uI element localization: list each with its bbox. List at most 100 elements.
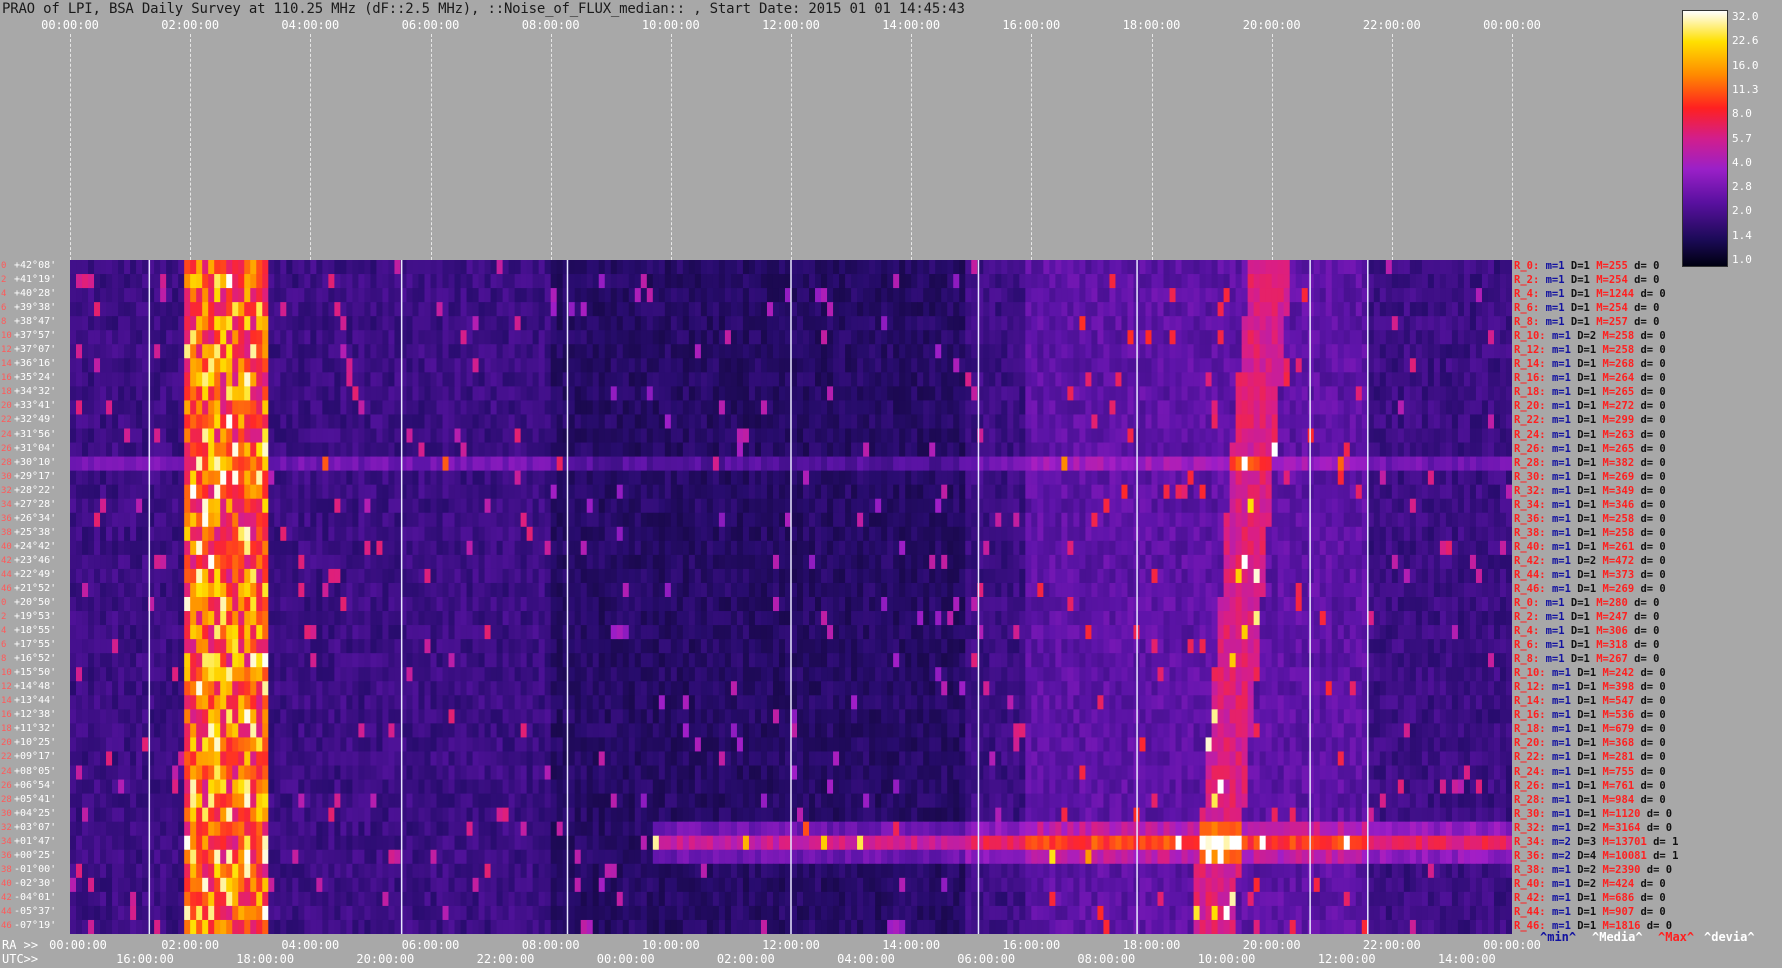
heatmap-cell bbox=[568, 470, 576, 486]
heatmap-cell bbox=[995, 484, 1002, 500]
heatmap-cell bbox=[881, 456, 888, 472]
heatmap-cell bbox=[676, 512, 684, 528]
heatmap-cell bbox=[1499, 400, 1507, 416]
heatmap-cell bbox=[1013, 386, 1020, 402]
heatmap-cell bbox=[1403, 512, 1411, 528]
heatmap-cell bbox=[298, 288, 305, 303]
heatmap-cell bbox=[1499, 274, 1507, 289]
heatmap-cell bbox=[905, 330, 912, 345]
heatmap-cell bbox=[911, 330, 918, 345]
heatmap-cell bbox=[959, 358, 966, 373]
heatmap-cell bbox=[1103, 470, 1111, 486]
heatmap-cell bbox=[1475, 358, 1483, 373]
heatmap-cell bbox=[959, 456, 966, 472]
heatmap-cell bbox=[664, 456, 672, 472]
heatmap-cell bbox=[1409, 358, 1417, 373]
heatmap-cell bbox=[1379, 470, 1387, 486]
heatmap-cell bbox=[184, 414, 191, 430]
heatmap-cell bbox=[580, 526, 588, 542]
heatmap-cell bbox=[1355, 386, 1363, 402]
heatmap-cell bbox=[1115, 358, 1123, 373]
heatmap-cell bbox=[875, 260, 882, 275]
heatmap-cell bbox=[1349, 288, 1357, 303]
heatmap-cell bbox=[815, 540, 822, 556]
heatmap-cell bbox=[1169, 274, 1177, 289]
heatmap-cell bbox=[995, 330, 1002, 345]
heatmap-cell bbox=[736, 260, 744, 275]
heatmap-cell bbox=[76, 302, 83, 317]
heatmap-cell bbox=[634, 288, 642, 303]
heatmap-cell bbox=[268, 442, 275, 458]
heatmap-cell bbox=[1397, 484, 1405, 500]
heatmap-cell bbox=[724, 540, 732, 556]
heatmap-cell bbox=[424, 330, 432, 345]
heatmap-cell bbox=[154, 386, 161, 402]
heatmap-cell bbox=[550, 316, 558, 331]
heatmap-cell bbox=[1049, 414, 1056, 430]
heatmap-cell bbox=[106, 414, 113, 430]
heatmap-cell bbox=[1475, 470, 1483, 486]
heatmap-cell bbox=[965, 512, 972, 528]
heatmap-cell bbox=[124, 260, 131, 275]
heatmap-cell bbox=[526, 386, 534, 402]
heatmap-cell bbox=[676, 358, 684, 373]
heatmap-cell bbox=[658, 526, 666, 542]
heatmap-cell bbox=[382, 484, 390, 500]
heatmap-cell bbox=[226, 484, 233, 500]
heatmap-cell bbox=[959, 428, 966, 444]
heatmap-cell bbox=[244, 414, 251, 430]
heatmap-cell bbox=[496, 372, 504, 387]
heatmap-cell bbox=[1349, 400, 1357, 416]
heatmap-cell bbox=[989, 456, 996, 472]
heatmap-cell bbox=[124, 498, 131, 514]
heatmap-cell bbox=[262, 540, 269, 556]
heatmap-cell bbox=[520, 344, 528, 359]
heatmap-cell bbox=[94, 260, 101, 275]
heatmap-cell bbox=[664, 400, 672, 416]
heatmap-cell bbox=[340, 512, 347, 528]
heatmap-cell bbox=[1277, 470, 1285, 486]
heatmap-cell bbox=[989, 302, 996, 317]
grid-line bbox=[1031, 34, 1033, 260]
heatmap-cell bbox=[586, 372, 594, 387]
heatmap-cell bbox=[1493, 484, 1501, 500]
heatmap-cell bbox=[1193, 344, 1201, 359]
heatmap-cell bbox=[1271, 288, 1279, 303]
heatmap-cell bbox=[1487, 442, 1495, 458]
heatmap-cell bbox=[1205, 330, 1213, 345]
heatmap-cell bbox=[598, 372, 606, 387]
heatmap-cell bbox=[1355, 260, 1363, 275]
heatmap-cell bbox=[1145, 316, 1153, 331]
heatmap-cell bbox=[929, 526, 936, 542]
heatmap-cell bbox=[1067, 484, 1074, 500]
heatmap-cell bbox=[953, 456, 960, 472]
heatmap-cell bbox=[1079, 484, 1087, 500]
heatmap-cell bbox=[803, 260, 810, 275]
heatmap-cell bbox=[1367, 358, 1375, 373]
heatmap-cell bbox=[1253, 414, 1261, 430]
heatmap-cell bbox=[736, 372, 744, 387]
heatmap-cell bbox=[598, 484, 606, 500]
heatmap-cell bbox=[670, 512, 678, 528]
heatmap-cell bbox=[1445, 344, 1453, 359]
heatmap-cell bbox=[136, 386, 143, 402]
heatmap-cell bbox=[124, 540, 131, 556]
heatmap-cell bbox=[724, 260, 732, 275]
heatmap-cell bbox=[208, 442, 215, 458]
heatmap-cell bbox=[478, 288, 486, 303]
heatmap-cell bbox=[274, 456, 281, 472]
heatmap-cell bbox=[839, 386, 846, 402]
heatmap-cell bbox=[664, 484, 672, 500]
heatmap-cell bbox=[1313, 512, 1321, 528]
heatmap-cell bbox=[706, 456, 714, 472]
heatmap-cell bbox=[580, 498, 588, 514]
heatmap-cell bbox=[736, 512, 744, 528]
heatmap-cell bbox=[448, 358, 456, 373]
heatmap-cell bbox=[857, 428, 864, 444]
heatmap-cell bbox=[1235, 288, 1243, 303]
heatmap-cell bbox=[1223, 316, 1231, 331]
heatmap-cell bbox=[1031, 400, 1038, 416]
heatmap-cell bbox=[1073, 274, 1080, 289]
heatmap-cell bbox=[688, 498, 696, 514]
heatmap-cell bbox=[1421, 372, 1429, 387]
